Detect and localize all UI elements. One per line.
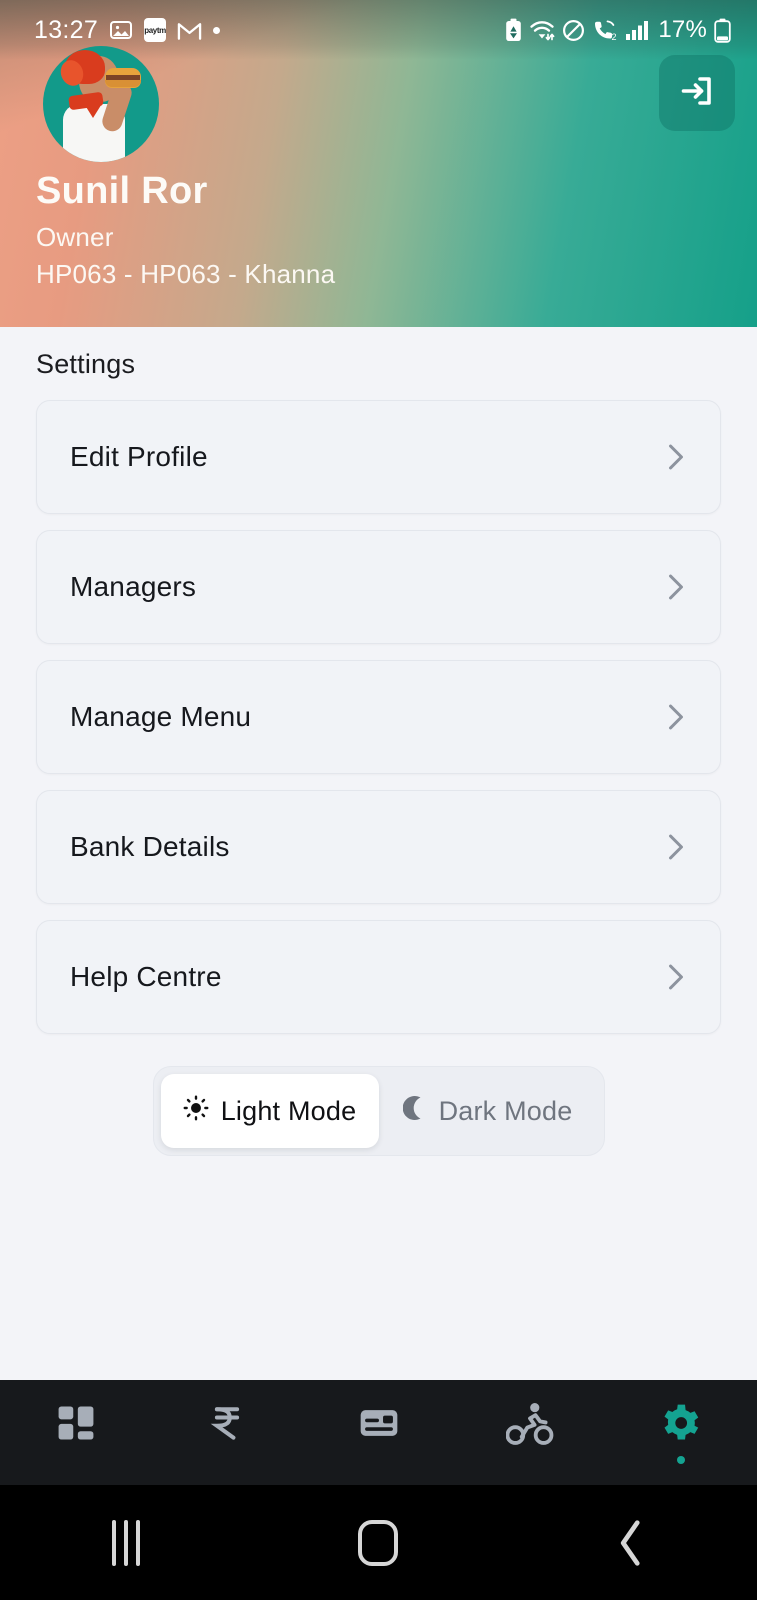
gmail-icon [177,20,202,41]
chevron-right-icon [665,832,687,862]
card-receipt-icon [357,1401,401,1450]
settings-item-label: Bank Details [70,831,230,862]
nav-active-dot [526,1456,534,1464]
profile-role: Owner [36,221,114,252]
phone-screen: 13:27 paytm 2 17% Sunil Ror Owner HP063 … [0,0,757,1600]
settings-item-label: Edit Profile [70,441,208,472]
logout-icon [676,70,718,117]
nav-item-orders[interactable] [303,1380,454,1485]
nav-item-dashboard[interactable] [0,1380,151,1485]
image-icon [109,18,133,42]
settings-item-label: Help Centre [70,961,222,992]
back-icon[interactable] [571,1485,691,1600]
nav-active-dot [72,1456,80,1464]
wifi-icon [529,18,555,42]
nav-item-settings[interactable] [606,1380,757,1485]
signal-icon [625,19,649,41]
dark-mode-label: Dark Mode [438,1095,573,1126]
chevron-right-icon [665,702,687,732]
battery-icon [714,18,731,43]
nav-active-dot [677,1456,686,1464]
home-icon[interactable] [318,1485,438,1600]
profile-location: HP063 - HP063 - Khanna [36,258,336,289]
settings-item-label: Manage Menu [70,701,252,732]
bottom-navigation [0,1380,757,1485]
nav-item-earnings[interactable] [151,1380,302,1485]
dnd-icon [562,19,585,42]
settings-list: Edit Profile Managers Manage Menu Bank D… [0,400,757,1034]
dot-icon [213,26,221,34]
dark-mode-option[interactable]: Dark Mode [379,1074,597,1148]
settings-content: Settings Edit Profile Managers Manage Me… [0,327,757,1380]
gear-icon [659,1401,703,1450]
settings-item-bank-details[interactable]: Bank Details [36,790,721,904]
settings-item-help-centre[interactable]: Help Centre [36,920,721,1034]
chevron-right-icon [665,572,687,602]
dashboard-grid-icon [54,1401,98,1450]
theme-toggle-wrapper: Light Mode Dark Mode [0,1066,757,1156]
light-mode-option[interactable]: Light Mode [160,1074,379,1148]
chevron-right-icon [665,962,687,992]
moon-icon [402,1095,427,1128]
logout-button[interactable] [659,55,735,131]
settings-item-label: Managers [70,571,197,602]
status-bar-right: 2 17% [505,16,731,44]
settings-item-manage-menu[interactable]: Manage Menu [36,660,721,774]
theme-toggle[interactable]: Light Mode Dark Mode [152,1066,605,1156]
cyclist-icon [505,1401,554,1450]
avatar[interactable] [43,46,159,162]
nav-active-dot [223,1456,231,1464]
status-bar-clock: 13:27 [34,15,99,44]
call-icon: 2 [592,19,618,42]
svg-text:2: 2 [612,32,617,42]
android-navigation-bar [0,1485,757,1600]
paytm-icon: paytm [144,18,166,42]
profile-info: Sunil Ror Owner HP063 - HP063 - Khanna [36,170,335,290]
status-bar-left: 13:27 paytm [34,15,221,45]
page-title: Settings [36,349,136,379]
rupee-icon [205,1401,249,1450]
recents-icon[interactable] [66,1485,186,1600]
settings-item-edit-profile[interactable]: Edit Profile [36,400,721,514]
profile-name: Sunil Ror [36,170,208,212]
chevron-right-icon [665,442,687,472]
nav-item-delivery[interactable] [454,1380,605,1485]
nav-active-dot [375,1456,383,1464]
battery-percent-label: 17% [658,16,707,43]
light-mode-label: Light Mode [220,1095,357,1126]
profile-header: 13:27 paytm 2 17% Sunil Ror Owner HP063 … [0,0,757,327]
battery-saver-icon [505,18,522,42]
settings-item-managers[interactable]: Managers [36,530,721,644]
avatar-burger [105,68,141,88]
sun-icon [183,1095,209,1128]
